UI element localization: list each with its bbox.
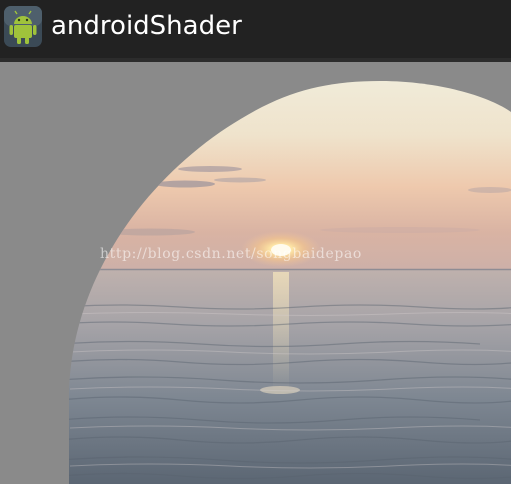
action-bar: androidShader bbox=[0, 0, 511, 62]
android-robot-icon[interactable] bbox=[3, 5, 43, 48]
app-window: androidShader http://blog.csdn.net/songb… bbox=[0, 0, 511, 484]
shader-image bbox=[69, 81, 511, 484]
app-title: androidShader bbox=[51, 11, 242, 41]
content-area: http://blog.csdn.net/songbaidepao bbox=[0, 62, 511, 484]
watermark-text: http://blog.csdn.net/songbaidepao bbox=[100, 246, 362, 262]
